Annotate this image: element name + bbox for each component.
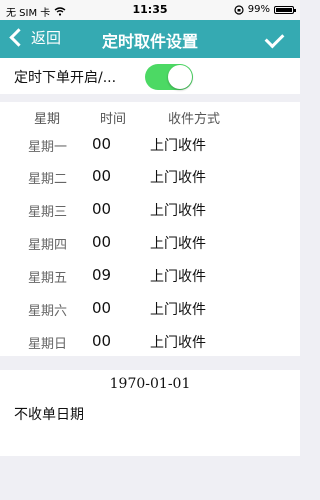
schedule-header: 星期 时间 收件方式: [0, 108, 300, 127]
row-method[interactable]: 上门收件: [150, 266, 206, 286]
schedule-row[interactable]: 星期三 00 上门收件: [0, 193, 300, 225]
schedule-row[interactable]: 星期五 09 上门收件: [0, 259, 300, 291]
battery-fill: [276, 7, 292, 12]
row-day: 星期二: [28, 172, 68, 187]
row-time[interactable]: 00: [92, 135, 111, 153]
header-day: 星期: [34, 112, 61, 127]
row-time[interactable]: 00: [92, 233, 111, 251]
status-bar: 无 SIM 卡 11:35 99%: [0, 0, 300, 20]
schedule-table: 星期 时间 收件方式 星期一 00 上门收件 星期二 00 上门收件 星期三 0…: [0, 102, 300, 356]
schedule-row[interactable]: 星期二 00 上门收件: [0, 160, 300, 192]
schedule-row[interactable]: 星期六 00 上门收件: [0, 292, 300, 324]
row-day: 星期六: [28, 304, 68, 319]
row-method[interactable]: 上门收件: [150, 200, 206, 220]
switch-knob: [168, 65, 192, 89]
row-day: 星期三: [28, 205, 68, 220]
row-method[interactable]: 上门收件: [150, 299, 206, 319]
row-time[interactable]: 00: [92, 167, 111, 185]
rotation-lock-icon: [234, 4, 244, 15]
auto-order-row: 定时下单开启/...: [0, 58, 300, 94]
status-right: 99%: [234, 4, 296, 15]
row-day: 星期一: [28, 140, 68, 155]
page-title: 定时取件设置: [101, 32, 198, 51]
row-method[interactable]: 上门收件: [150, 233, 206, 253]
auto-order-switch[interactable]: [145, 64, 193, 90]
header-time: 时间: [100, 112, 127, 127]
row-method[interactable]: 上门收件: [150, 167, 206, 187]
row-day: 星期日: [28, 337, 68, 352]
row-day: 星期五: [28, 271, 68, 286]
no-pickup-date[interactable]: 1970-01-01: [0, 376, 300, 392]
no-pickup-section: 1970-01-01 不收单日期: [0, 370, 300, 456]
battery-icon: [274, 5, 296, 14]
battery-percent: 99%: [247, 4, 270, 15]
schedule-row[interactable]: 星期日 00 上门收件: [0, 325, 300, 357]
nav-bar: 返回 定时取件设置: [0, 20, 300, 58]
row-time[interactable]: 00: [92, 200, 111, 218]
no-pickup-label: 不收单日期: [14, 407, 84, 423]
schedule-row[interactable]: 星期四 00 上门收件: [0, 226, 300, 258]
row-day: 星期四: [28, 238, 68, 253]
auto-order-label: 定时下单开启/...: [14, 70, 117, 86]
row-time[interactable]: 00: [92, 299, 111, 317]
row-time[interactable]: 09: [92, 266, 111, 284]
row-method[interactable]: 上门收件: [150, 135, 206, 155]
row-time[interactable]: 00: [92, 332, 111, 350]
header-method: 收件方式: [168, 112, 221, 127]
row-method[interactable]: 上门收件: [150, 332, 206, 352]
schedule-row[interactable]: 星期一 00 上门收件: [0, 128, 300, 160]
